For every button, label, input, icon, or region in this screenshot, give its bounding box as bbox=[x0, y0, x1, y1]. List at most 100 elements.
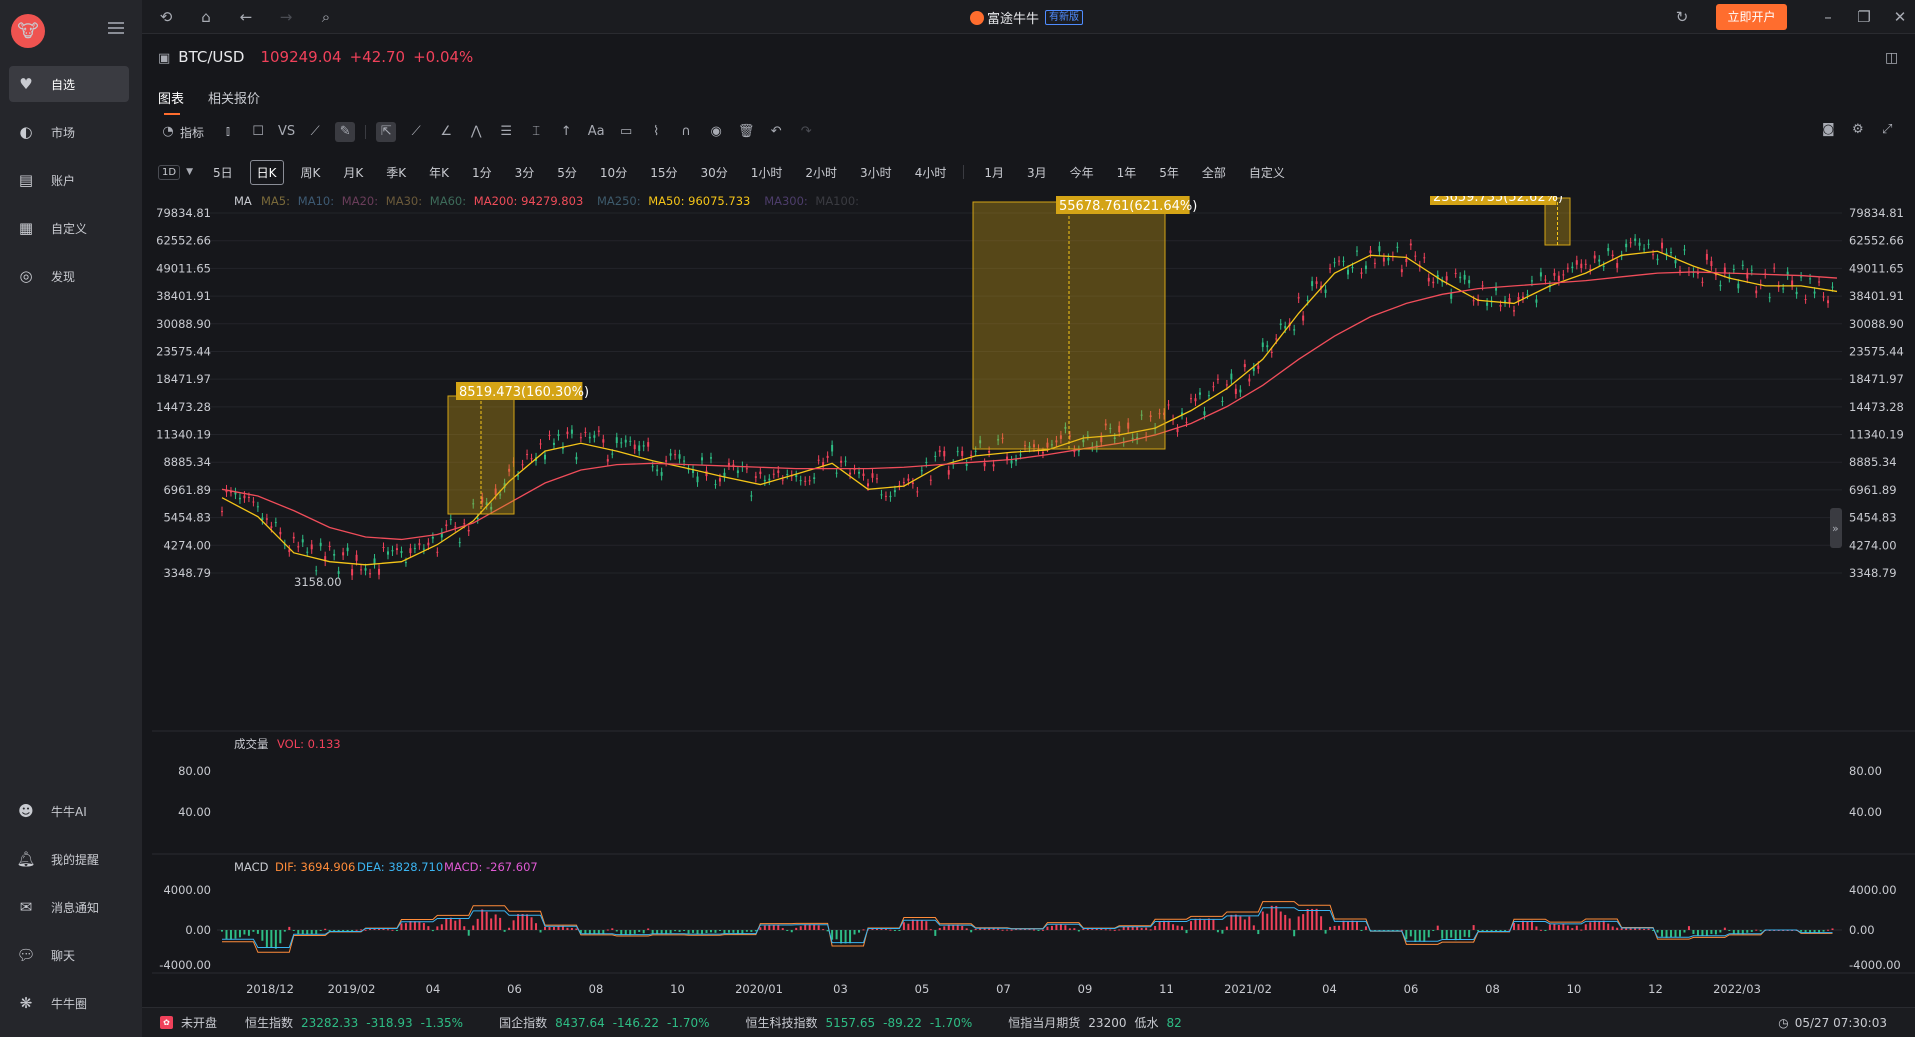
sidebar-item-discover[interactable]: ◎ 发现 bbox=[9, 258, 129, 294]
sidebar-item-market[interactable]: ◐ 市场 bbox=[9, 114, 129, 150]
candle-body bbox=[988, 450, 991, 453]
period-2h[interactable]: 2小时 bbox=[799, 161, 843, 184]
index-item-hsi[interactable]: 恒生指数 23282.33 -318.93 -1.35% bbox=[245, 1014, 471, 1031]
period-daily[interactable]: 日K bbox=[249, 159, 284, 185]
eye-icon[interactable]: ◉ bbox=[706, 122, 726, 142]
period-5m[interactable]: 5分 bbox=[551, 161, 583, 184]
macd-bar bbox=[243, 930, 246, 935]
forward-arrow-icon[interactable]: → bbox=[276, 7, 296, 27]
candle-body bbox=[674, 454, 677, 456]
period-30m[interactable]: 30分 bbox=[694, 161, 733, 184]
kline-chart[interactable]: 79834.81 79834.81 62552.66 62552.66 49011.65… bbox=[142, 196, 1915, 1004]
period-1m[interactable]: 1分 bbox=[466, 161, 498, 184]
measure-tool-icon[interactable]: ⌶ bbox=[526, 122, 546, 142]
trend-compare-icon[interactable]: ⟋ bbox=[305, 122, 325, 142]
period-dropdown[interactable]: 1D bbox=[158, 164, 181, 180]
collapse-sidebar-icon[interactable] bbox=[108, 22, 124, 36]
period-weekly[interactable]: 周K bbox=[295, 161, 327, 184]
price-axis-label-right: 38401.91 bbox=[1849, 289, 1904, 303]
candle-body bbox=[1800, 276, 1803, 278]
sidebar-item-account[interactable]: ▤ 账户 bbox=[9, 162, 129, 198]
period-1h[interactable]: 1小时 bbox=[745, 161, 789, 184]
fullscreen-box-icon[interactable]: ☐ bbox=[248, 122, 268, 142]
sidebar-item-watchlist[interactable]: ♥ 自选 bbox=[9, 66, 129, 102]
redo-icon[interactable]: ↷ bbox=[796, 122, 816, 142]
sidebar-item-ai[interactable]: ☻ 牛牛AI bbox=[9, 793, 129, 829]
undo-icon[interactable]: ↶ bbox=[766, 122, 786, 142]
range-3mo[interactable]: 3月 bbox=[1021, 161, 1053, 184]
range-ytd[interactable]: 今年 bbox=[1064, 161, 1100, 184]
candle-body bbox=[1526, 294, 1529, 296]
text-tool-icon[interactable]: Aa bbox=[586, 122, 606, 142]
macd-bar bbox=[279, 930, 282, 944]
tab-related-quotes[interactable]: 相关报价 bbox=[208, 88, 260, 107]
minimize-icon[interactable]: – bbox=[1818, 7, 1838, 27]
home-icon[interactable]: ⌂ bbox=[196, 7, 216, 27]
period-15m[interactable]: 15分 bbox=[644, 161, 683, 184]
candle-body bbox=[360, 569, 363, 571]
index-item-hstech[interactable]: 恒生科技指数 5157.65 -89.22 -1.70% bbox=[746, 1014, 981, 1031]
period-yearly[interactable]: 年K bbox=[423, 161, 455, 184]
range-1y[interactable]: 1年 bbox=[1111, 161, 1143, 184]
sidebar-item-chat[interactable]: 💬︎ 聊天 bbox=[9, 937, 129, 973]
angle-tool-icon[interactable]: ∠ bbox=[436, 122, 456, 142]
tab-chart[interactable]: 图表 bbox=[158, 88, 184, 115]
index-item-hscei[interactable]: 国企指数 8437.64 -146.22 -1.70% bbox=[499, 1014, 717, 1031]
compare-button[interactable]: VS bbox=[278, 122, 295, 142]
range-custom[interactable]: 自定义 bbox=[1243, 161, 1291, 184]
line-tool-icon[interactable]: ⟋ bbox=[406, 122, 426, 142]
brush-tool-icon[interactable]: ⌇ bbox=[646, 122, 666, 142]
sidebar-item-notifications[interactable]: ✉ 消息通知 bbox=[9, 889, 129, 925]
refresh-icon[interactable]: ↻ bbox=[1672, 7, 1692, 27]
range-all[interactable]: 全部 bbox=[1196, 161, 1232, 184]
period-10m[interactable]: 10分 bbox=[594, 161, 633, 184]
camera-icon[interactable]: ◙ bbox=[1822, 122, 1835, 137]
draw-pen-icon[interactable]: ✎ bbox=[335, 122, 356, 142]
candle-type-icon[interactable]: ⫾ bbox=[218, 122, 238, 142]
range-1mo[interactable]: 1月 bbox=[978, 161, 1010, 184]
history-icon[interactable]: ⟲ bbox=[156, 7, 176, 27]
quote-detail-icon[interactable]: ▣ bbox=[158, 51, 170, 66]
sidebar-item-reminders[interactable]: 🔔︎ 我的提醒 bbox=[9, 841, 129, 877]
new-version-badge[interactable]: 有新版 bbox=[1045, 10, 1084, 25]
macd-bar bbox=[925, 921, 928, 930]
restore-icon[interactable]: ❐ bbox=[1854, 7, 1874, 27]
search-icon[interactable]: ⌕ bbox=[316, 7, 336, 27]
candle-body bbox=[1275, 338, 1278, 340]
close-icon[interactable]: ✕ bbox=[1890, 7, 1910, 27]
sidebar-item-custom[interactable]: ▦ 自定义 bbox=[9, 210, 129, 246]
index-item-hsi-futures[interactable]: 恒指当月期货 23200 低水 82 bbox=[1008, 1014, 1190, 1031]
fib-tool-icon[interactable]: ☰ bbox=[496, 122, 516, 142]
comment-tool-icon[interactable]: ▭ bbox=[616, 122, 636, 142]
candle-body bbox=[1257, 365, 1260, 369]
arrow-tool-icon[interactable]: ↑ bbox=[556, 122, 576, 142]
candle-body bbox=[858, 471, 861, 474]
candle-body bbox=[409, 548, 412, 554]
period-4h[interactable]: 4小时 bbox=[909, 161, 953, 184]
chart-canvas[interactable]: 79834.81 79834.81 62552.66 62552.66 49011.65… bbox=[142, 196, 1915, 1004]
trash-icon[interactable]: 🗑︎ bbox=[736, 122, 756, 142]
magnet-icon[interactable]: ∩ bbox=[676, 122, 696, 142]
sidebar-item-label: 聊天 bbox=[51, 948, 76, 963]
back-arrow-icon[interactable]: ← bbox=[236, 7, 256, 27]
period-quarterly[interactable]: 季K bbox=[380, 161, 412, 184]
period-3m[interactable]: 3分 bbox=[509, 161, 541, 184]
chevron-down-icon[interactable]: ▼ bbox=[186, 167, 193, 177]
panel-toggle-icon[interactable]: ◫ bbox=[1885, 50, 1898, 66]
expand-icon[interactable]: ⤢ bbox=[1882, 122, 1892, 137]
wave-tool-icon[interactable]: ⋀ bbox=[466, 122, 486, 142]
macd-bar bbox=[1216, 930, 1219, 933]
period-monthly[interactable]: 月K bbox=[337, 161, 369, 184]
sidebar-item-community[interactable]: ❋ 牛牛圈 bbox=[9, 985, 129, 1021]
open-account-button[interactable]: 立即开户 bbox=[1716, 4, 1787, 30]
period-5d[interactable]: 5日 bbox=[207, 161, 239, 184]
avatar[interactable]: 🐮 bbox=[11, 14, 45, 48]
range-5y[interactable]: 5年 bbox=[1153, 161, 1185, 184]
indicator-button[interactable]: ◔ 指标 bbox=[158, 122, 204, 142]
period-3h[interactable]: 3小时 bbox=[854, 161, 898, 184]
macd-bar bbox=[611, 928, 614, 930]
macd-bar bbox=[952, 925, 955, 930]
settings-gear-icon[interactable]: ⚙ bbox=[1852, 122, 1864, 137]
macd-bar bbox=[943, 926, 946, 930]
cursor-icon[interactable]: ⇱ bbox=[376, 122, 397, 142]
